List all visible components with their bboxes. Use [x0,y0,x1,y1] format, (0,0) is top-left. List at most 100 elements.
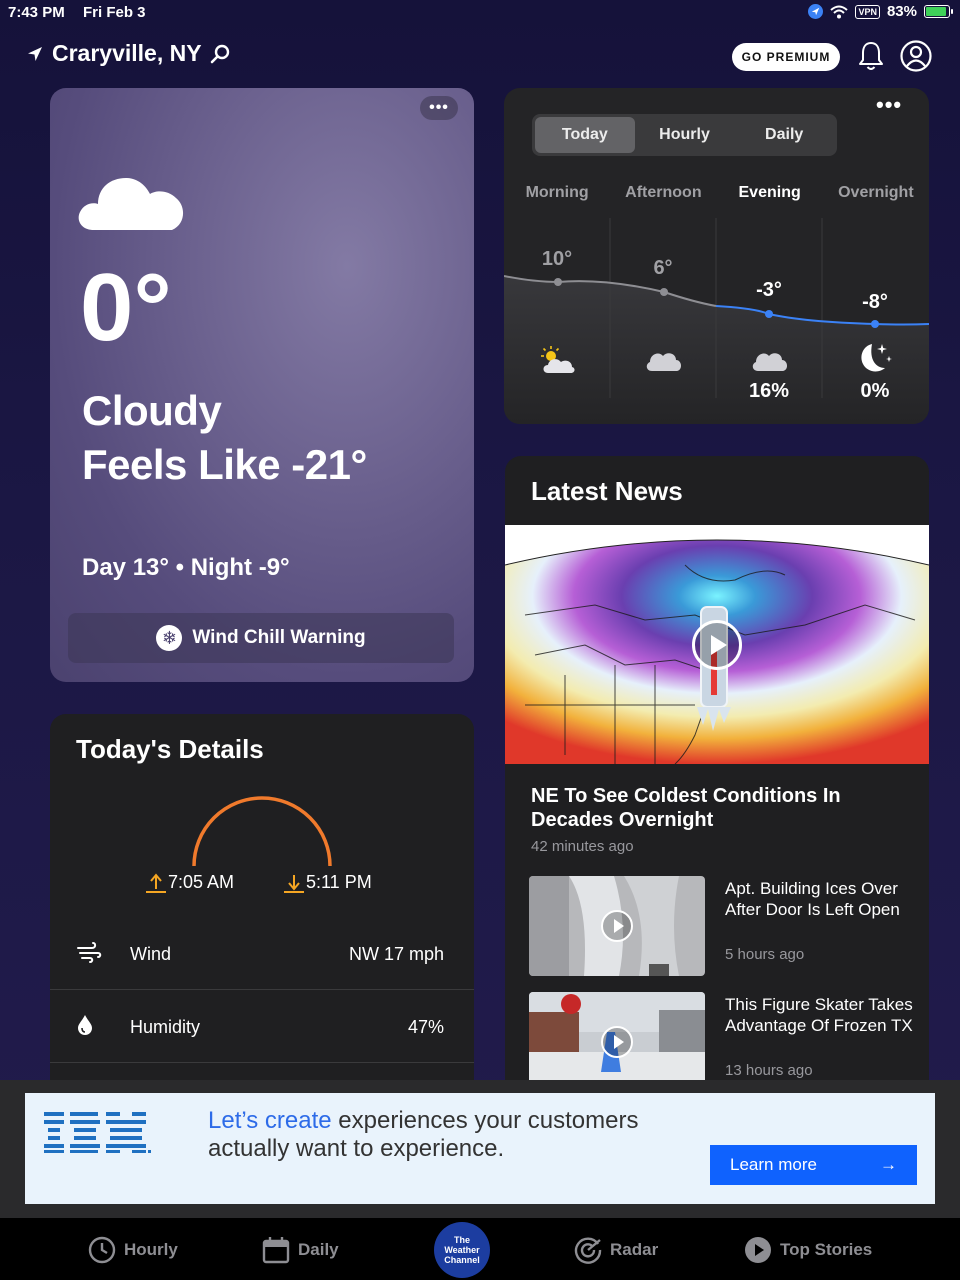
profile-icon[interactable] [900,40,932,72]
learn-more-label: Learn more [730,1155,817,1174]
story-thumbnail[interactable] [529,876,705,976]
tab-hourly-label: Hourly [124,1240,178,1259]
snowflake-icon: ❄ [156,625,183,651]
news-title: Latest News [531,476,683,506]
wifi-icon [830,5,849,18]
weather-channel-logo-button[interactable]: The Weather Channel [434,1222,490,1278]
forecast-periods: Morning Afternoon Evening Overnight [504,184,929,202]
location-name[interactable]: Craryville, NY [52,40,202,67]
period-afternoon[interactable]: Afternoon [610,184,716,202]
temp-point-overnight [871,320,879,328]
temp-point-afternoon [660,288,668,296]
arrow-right-icon: → [880,1155,897,1174]
sunset-time-block: 5:11 PM [284,872,372,893]
detail-row-humidity[interactable]: Humidity 47% [50,991,474,1063]
story-timestamp: 13 hours ago [725,1062,813,1079]
period-morning[interactable]: Morning [504,184,610,202]
sunset-icon [284,875,304,893]
wind-label: Wind [130,943,172,964]
row-divider [50,989,474,990]
logo-line-3: Channel [444,1255,480,1265]
temp-afternoon: 6° [653,257,673,279]
precip-overnight: 0% [860,380,890,402]
current-conditions-card[interactable]: ••• 0° Cloudy Feels Like -21° Day 13° • … [50,88,474,682]
temp-point-morning [554,278,562,286]
hero-video-thumbnail[interactable] [505,525,929,764]
partly-sunny-icon [541,346,575,373]
warning-label: Wind Chill Warning [192,627,366,648]
play-circle-icon [745,1237,771,1263]
tab-daily[interactable]: Daily [734,117,834,153]
hero-timestamp: 42 minutes ago [531,838,634,855]
todays-details-card: Today's Details 7:05 AM 5:11 PM Wind NW … [50,714,474,1094]
play-icon[interactable] [601,1026,633,1058]
location-header[interactable]: Craryville, NY [26,40,230,67]
day-night-temps: Day 13° • Night -9° [82,554,290,581]
logo-line-2: Weather [444,1245,480,1255]
wind-chill-warning-button[interactable]: ❄ Wind Chill Warning [68,613,454,663]
tab-today[interactable]: Today [535,117,635,153]
learn-more-button[interactable]: Learn more → [710,1145,917,1185]
forecast-tabs: Today Hourly Daily [532,114,837,156]
period-evening[interactable]: Evening [717,184,823,202]
humidity-value: 47% [407,1016,444,1037]
status-right: VPN 83% [808,3,953,20]
battery-icon [924,5,953,18]
precip-evening: 16% [748,380,790,402]
condition-text: Cloudy [82,387,222,434]
tab-daily[interactable]: Daily [262,1236,339,1264]
sunrise-time: 7:05 AM [168,872,235,892]
humidity-drop-icon [76,1014,130,1041]
sunrise-time-block: 7:05 AM [146,872,234,893]
latest-news-card: Latest News NE To See Coldest Conditions… [505,456,929,1096]
temp-morning: 10° [541,248,573,270]
cloud-icon [646,353,682,371]
tab-hourly[interactable]: Hourly [88,1236,178,1264]
ad-headline: Let’s create experiences your customers … [208,1107,678,1163]
tab-top-stories[interactable]: Top Stories [744,1236,872,1264]
wind-icon [76,941,130,968]
battery-percent: 83% [886,3,917,20]
bell-icon[interactable] [857,40,885,72]
play-icon[interactable] [692,620,742,670]
forecast-card: ••• Today Hourly Daily Morning Afternoon… [504,88,929,424]
feels-like-text: Feels Like -21° [82,441,367,488]
tab-daily-label: Daily [298,1240,339,1259]
details-title: Today's Details [76,734,264,764]
clock-icon [88,1236,116,1264]
story-timestamp: 5 hours ago [725,946,805,963]
story-thumbnail[interactable] [529,992,705,1092]
sun-arc-graphic [192,796,332,867]
play-icon[interactable] [601,910,633,942]
condition-block: Cloudy Feels Like -21° [82,384,367,492]
cloud-icon [78,178,184,230]
period-overnight[interactable]: Overnight [823,184,929,202]
current-temperature: 0° [80,254,172,361]
wind-value: NW 17 mph [348,943,444,964]
tab-radar[interactable]: Radar [574,1236,658,1264]
tab-hourly[interactable]: Hourly [635,117,735,153]
status-time: 7:43 PM [8,4,65,21]
moon-stars-icon [861,344,892,372]
search-icon[interactable] [210,44,230,64]
status-bar: 7:43 PM Fri Feb 3 VPN 83% [0,0,960,26]
cloud-icon [752,353,788,371]
temp-evening: -3° [756,279,782,301]
story-headline[interactable]: This Figure Skater Takes Advantage Of Fr… [725,994,915,1036]
story-headline[interactable]: Apt. Building Ices Over After Door Is Le… [725,878,915,920]
humidity-label: Humidity [130,1016,201,1037]
detail-row-wind[interactable]: Wind NW 17 mph [50,918,474,990]
row-divider [50,1062,474,1063]
temp-point-evening [765,310,773,318]
more-options-icon[interactable]: ••• [876,92,902,118]
tab-radar-label: Radar [610,1240,659,1259]
tab-top-stories-label: Top Stories [780,1240,873,1259]
sunset-time: 5:11 PM [306,872,372,892]
ibm-logo [44,1112,151,1153]
temp-overnight: -8° [862,291,888,313]
logo-line-1: The [453,1235,470,1245]
go-premium-button[interactable]: GO PREMIUM [732,43,840,71]
ad-headline-highlight: Let’s create [208,1107,332,1134]
more-options-icon[interactable]: ••• [420,96,458,120]
hero-headline[interactable]: NE To See Coldest Conditions In Decades … [531,784,891,832]
